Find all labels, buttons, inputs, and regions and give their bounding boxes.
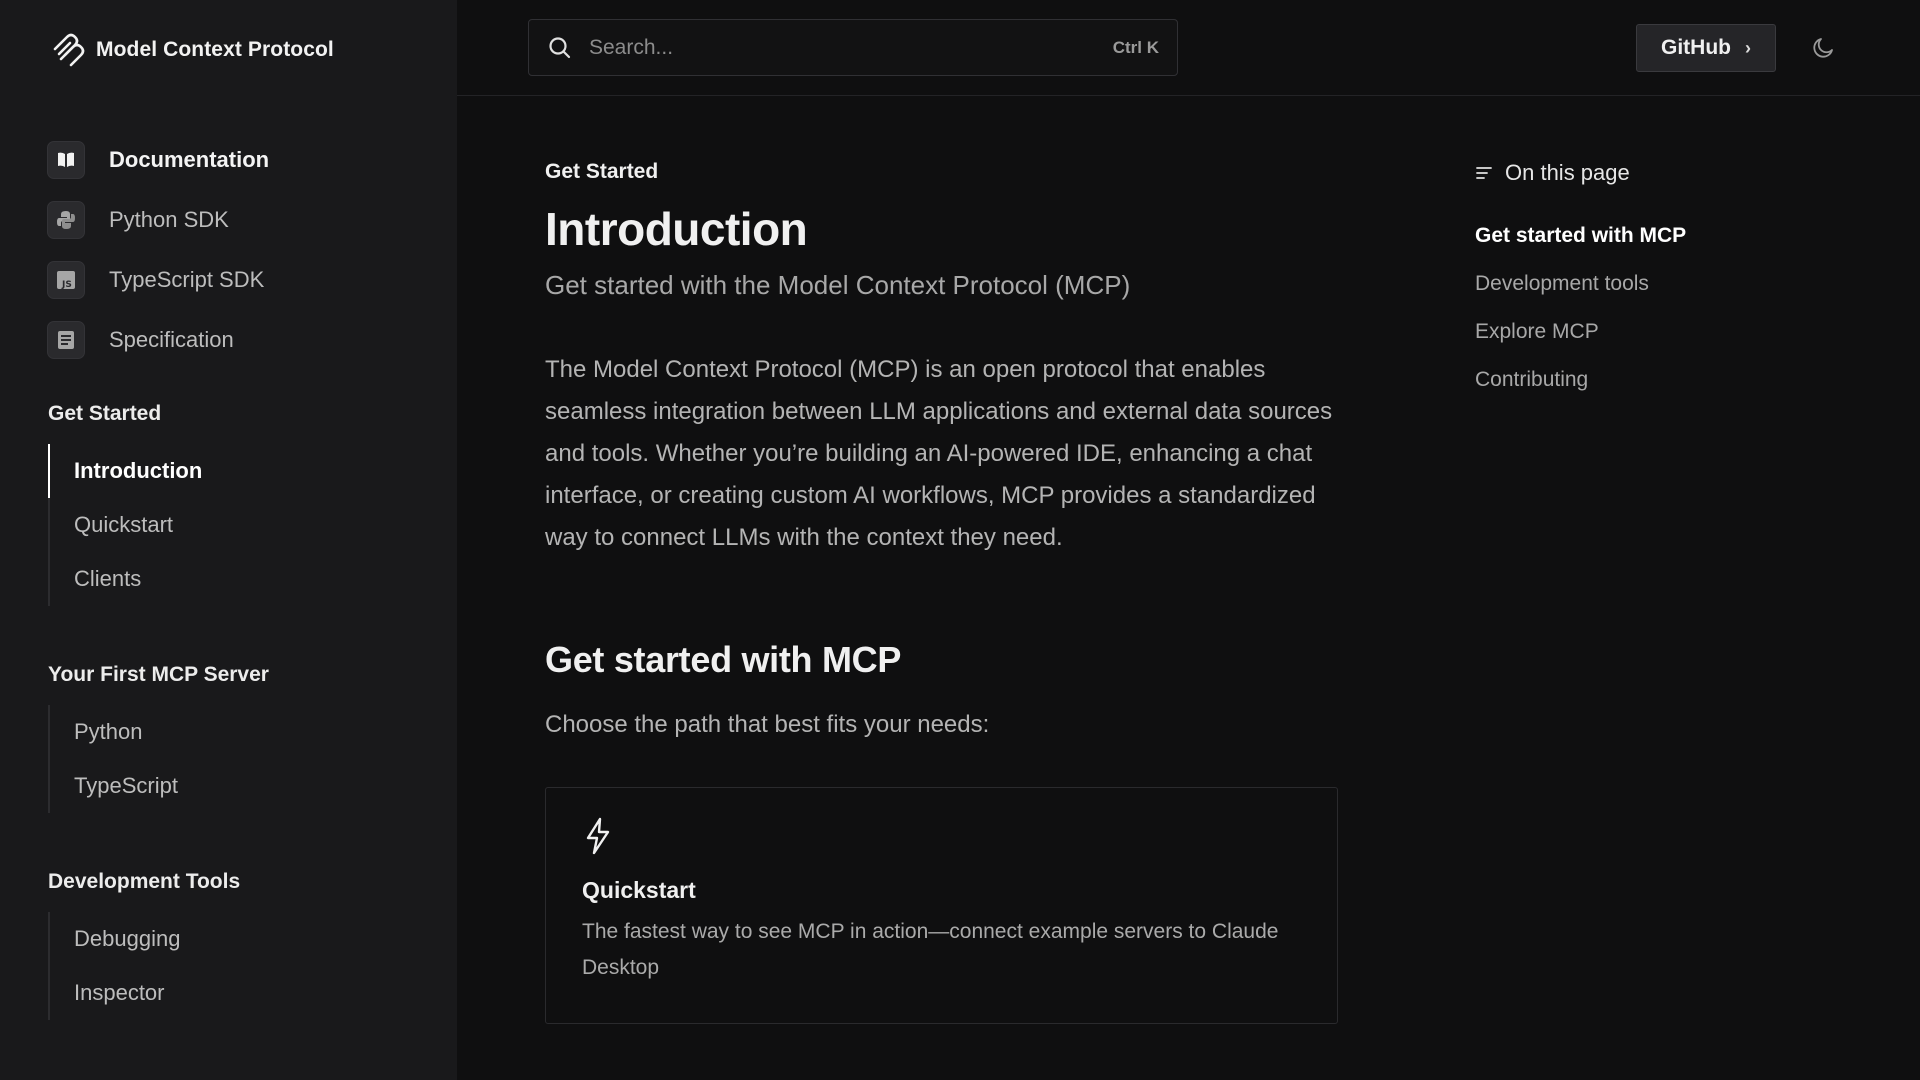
page-subtitle: Get started with the Model Context Proto…: [545, 270, 1131, 300]
toc-item-development-tools[interactable]: Development tools: [1475, 260, 1686, 308]
sidebar-link-label: Documentation: [109, 147, 270, 172]
quickstart-card[interactable]: Quickstart The fastest way to see MCP in…: [545, 787, 1338, 1024]
sidebar-item-typescript[interactable]: TypeScript: [50, 759, 269, 813]
sidebar-item-debugging[interactable]: Debugging: [50, 912, 240, 966]
sidebar-group-dev-tools: Development Tools Debugging Inspector: [48, 870, 240, 1020]
app-title: Model Context Protocol: [96, 38, 334, 61]
sidebar-item-clients[interactable]: Clients: [50, 552, 202, 606]
search-shortcut: Ctrl K: [1112, 37, 1159, 57]
mcp-logo-icon: [53, 33, 85, 67]
sidebar-link-python-sdk[interactable]: Python SDK: [47, 190, 269, 250]
sidebar-group-title: Your First MCP Server: [48, 663, 269, 686]
search-input[interactable]: Search... Ctrl K: [528, 19, 1178, 76]
toc-list: Get started with MCP Development tools E…: [1475, 212, 1686, 404]
book-icon: [47, 141, 85, 179]
sidebar-group-get-started: Get Started Introduction Quickstart Clie…: [47, 402, 202, 606]
intro-paragraph: The Model Context Protocol (MCP) is an o…: [545, 356, 1333, 551]
section-lead: Choose the path that best fits your need…: [545, 711, 990, 738]
main-content: Get Started Introduction Get started wit…: [545, 160, 1340, 1024]
sidebar-link-label: Specification: [109, 327, 234, 352]
sidebar-group-items: Debugging Inspector: [48, 912, 240, 1020]
moon-icon[interactable]: [1809, 32, 1839, 62]
sidebar-link-label: Python SDK: [109, 207, 229, 232]
breadcrumb: Get Started: [545, 160, 659, 183]
sidebar-top-links: Documentation Python SDK JS TypeScript S…: [47, 130, 269, 370]
sidebar-group-title: Development Tools: [48, 870, 241, 893]
logo[interactable]: Model Context Protocol: [50, 32, 334, 68]
js-icon: JS: [47, 261, 85, 299]
sidebar-group-title: Get Started: [48, 402, 162, 425]
toc-heading-label: On this page: [1505, 160, 1630, 185]
search-icon: [549, 36, 571, 58]
sidebar-item-introduction[interactable]: Introduction: [47, 444, 202, 498]
list-icon: [1476, 167, 1492, 179]
sidebar-item-quickstart[interactable]: Quickstart: [50, 498, 202, 552]
svg-text:JS: JS: [61, 280, 72, 290]
table-of-contents: On this page Get started with MCP Develo…: [1475, 160, 1686, 404]
lightning-icon: [582, 816, 1301, 861]
sidebar-group-items: Introduction Quickstart Clients: [47, 444, 202, 606]
sidebar-group-items: Python TypeScript: [48, 705, 269, 813]
sidebar-group-first-server: Your First MCP Server Python TypeScript: [48, 663, 269, 813]
sidebar-link-label: TypeScript SDK: [109, 267, 265, 292]
sidebar: Model Context Protocol Documentation Pyt…: [0, 0, 457, 1080]
section-heading: Get started with MCP: [545, 639, 902, 680]
page-title: Introduction: [545, 203, 808, 255]
sidebar-link-specification[interactable]: Specification: [47, 310, 269, 370]
github-label: GitHub: [1661, 36, 1731, 59]
card-description: The fastest way to see MCP in action—con…: [582, 920, 1279, 979]
top-header: Search... Ctrl K GitHub ›: [457, 0, 1920, 96]
sidebar-link-documentation[interactable]: Documentation: [47, 130, 269, 190]
document-icon: [47, 321, 85, 359]
sidebar-link-typescript-sdk[interactable]: JS TypeScript SDK: [47, 250, 269, 310]
github-button[interactable]: GitHub ›: [1636, 24, 1776, 72]
toc-heading: On this page: [1475, 160, 1686, 186]
toc-item-explore-mcp[interactable]: Explore MCP: [1475, 308, 1686, 356]
search-placeholder: Search...: [589, 35, 674, 59]
toc-item-get-started[interactable]: Get started with MCP: [1475, 212, 1686, 260]
card-title: Quickstart: [582, 877, 696, 903]
sidebar-item-python[interactable]: Python: [50, 705, 269, 759]
sidebar-item-inspector[interactable]: Inspector: [50, 966, 240, 1020]
chevron-right-icon: ›: [1744, 37, 1751, 58]
toc-item-contributing[interactable]: Contributing: [1475, 356, 1686, 404]
python-icon: [47, 201, 85, 239]
